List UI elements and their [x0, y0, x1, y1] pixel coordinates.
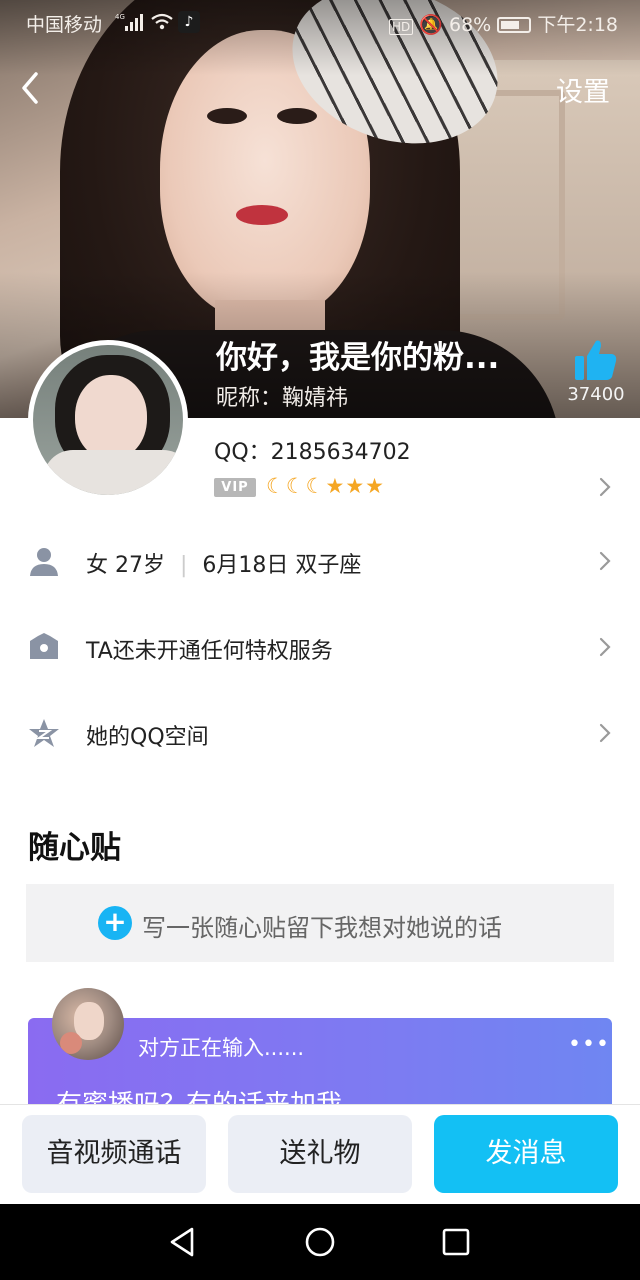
person-icon: [30, 548, 58, 576]
privilege-row[interactable]: TA还未开通任何特权服务: [0, 603, 640, 689]
mute-bell-icon: 🔕: [419, 14, 443, 36]
status-right: HD 🔕 68% 下午2:18: [388, 10, 618, 37]
like-count: 37400: [567, 384, 625, 405]
status-bar: 中国移动 4G ♪ HD 🔕 68% 下午2:18: [0, 0, 640, 44]
video-call-button[interactable]: 音视频通话: [22, 1115, 206, 1193]
nav-back-icon[interactable]: [164, 1224, 200, 1260]
crown-icon: [30, 633, 58, 659]
send-message-button[interactable]: 发消息: [434, 1115, 618, 1193]
send-gift-button[interactable]: 送礼物: [228, 1115, 412, 1193]
carrier-label: 中国移动: [26, 14, 103, 36]
more-options-icon[interactable]: •••: [568, 1032, 610, 1057]
vip-badge: VIP: [214, 478, 256, 497]
svg-text:4G: 4G: [115, 13, 125, 21]
clock: 下午2:18: [537, 14, 618, 36]
chevron-right-icon: [599, 637, 611, 657]
moon-icon: ☾: [305, 474, 325, 498]
system-nav-bar: [0, 1204, 640, 1280]
privilege-text: TA还未开通任何特权服务: [86, 639, 333, 664]
hd-icon: HD: [388, 19, 414, 35]
profile-signature: 你好，我是你的粉...: [216, 340, 500, 376]
qq-level-icons: ☾☾☾★★★: [266, 474, 385, 498]
signal-icon: 4G: [115, 13, 143, 31]
settings-button[interactable]: 设置: [556, 70, 610, 109]
nav-home-icon[interactable]: [302, 1224, 338, 1260]
divider: |: [180, 553, 188, 578]
chevron-right-icon: [599, 723, 611, 743]
moon-icon: ☾: [285, 474, 305, 498]
star-icon: ★: [345, 474, 365, 498]
star-icon: ★: [365, 474, 384, 498]
qq-number: QQ：2185634702: [214, 440, 411, 465]
nav-recents-icon[interactable]: [438, 1224, 474, 1260]
battery-icon: [497, 17, 532, 33]
avatar[interactable]: [28, 340, 188, 500]
plus-icon: +: [98, 906, 132, 940]
qzone-star-icon: [29, 719, 59, 747]
qzone-text: 她的QQ空间: [86, 725, 209, 750]
avatar-arm: [43, 450, 183, 495]
moon-icon: ☾: [266, 474, 285, 498]
thumbs-up-icon[interactable]: [572, 338, 618, 382]
action-bar: 音视频通话 送礼物 发消息: [0, 1104, 640, 1204]
section-title: 随心贴: [28, 830, 121, 866]
chevron-right-icon: [599, 551, 611, 571]
nickname-label: 昵称：鞠婧祎: [216, 386, 349, 411]
write-note-button[interactable]: + 写一张随心贴留下我想对她说的话: [26, 884, 614, 962]
wifi-icon: [151, 13, 173, 30]
back-button[interactable]: [14, 66, 48, 110]
birthday-zodiac: 6月18日 双子座: [202, 553, 362, 578]
basic-info-text: 女 27岁 | 6月18日 双子座: [86, 547, 361, 579]
typing-status: 对方正在输入......: [138, 1036, 305, 1060]
avatar-face: [75, 375, 147, 460]
write-note-prompt: 写一张随心贴留下我想对她说的话: [142, 914, 502, 942]
tiktok-icon: ♪: [178, 11, 200, 33]
gender-age: 女 27岁: [86, 553, 165, 578]
avatar-flower: [60, 1032, 82, 1054]
chevron-right-icon: [599, 477, 611, 497]
battery-percent: 68%: [449, 14, 492, 36]
basic-info-row[interactable]: 女 27岁 | 6月18日 双子座: [0, 517, 640, 603]
note-author-avatar[interactable]: [52, 988, 124, 1060]
star-icon: ★: [325, 474, 345, 498]
qzone-row[interactable]: 她的QQ空间: [0, 689, 640, 775]
